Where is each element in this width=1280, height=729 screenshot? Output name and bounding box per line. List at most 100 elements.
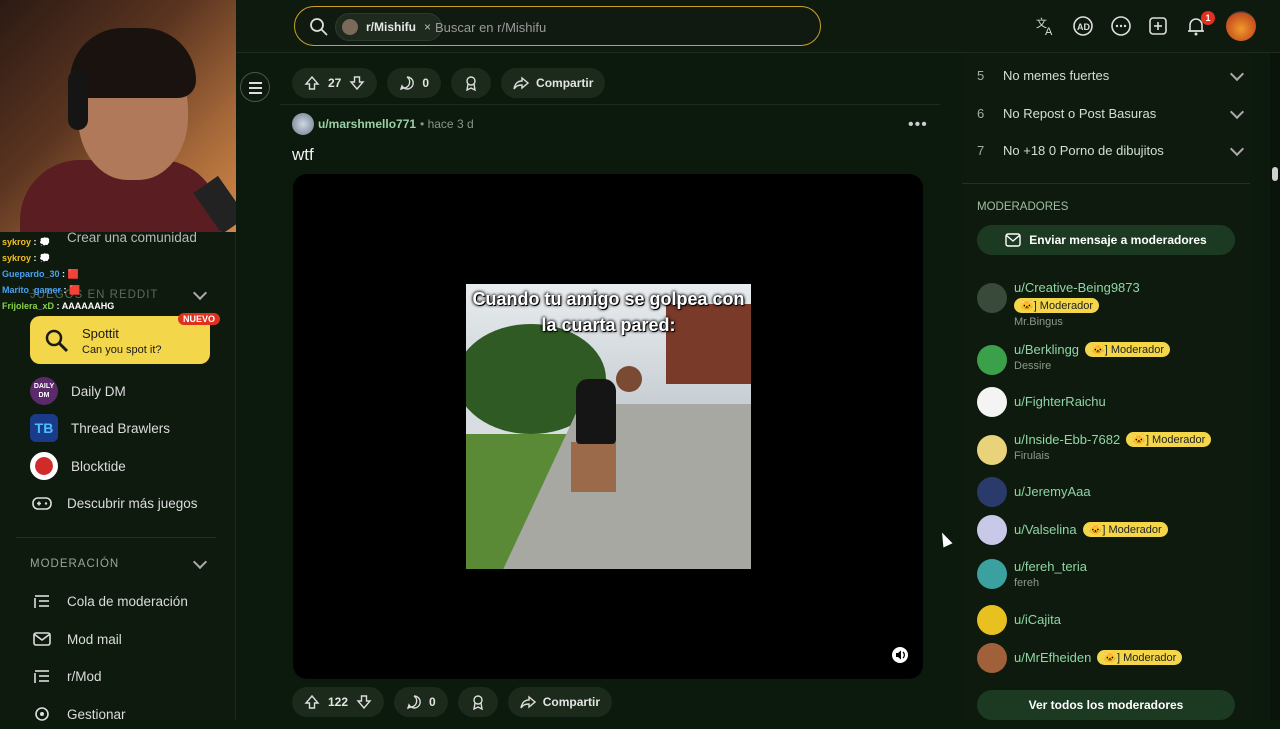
comments-button[interactable]: 0 <box>387 68 442 98</box>
award-icon <box>472 695 483 710</box>
comments-button[interactable]: 0 <box>394 687 448 717</box>
sidebar-item-label: Gestionar <box>67 706 126 722</box>
volume-icon[interactable] <box>891 646 909 664</box>
moderators-header: MODERADORES <box>977 201 1069 213</box>
user-avatar[interactable] <box>1226 11 1256 41</box>
author-username[interactable]: u/marshmello771 <box>318 117 416 131</box>
comment-count: 0 <box>422 76 430 90</box>
translate-icon[interactable]: 文A <box>1035 15 1057 37</box>
moderator-avatar <box>977 477 1007 507</box>
comment-icon <box>406 695 421 710</box>
moderator-username-text: u/MrEfheiden <box>1014 650 1092 665</box>
sidebar-item-thread-brawlers[interactable]: TB Thread Brawlers <box>30 413 170 443</box>
post-title[interactable]: wtf <box>292 145 314 165</box>
downvote-icon[interactable] <box>356 694 372 710</box>
chat-icon[interactable] <box>1110 15 1132 37</box>
sidebar-item-mod-queue[interactable]: Cola de moderación <box>30 586 188 616</box>
moderator-avatar <box>977 515 1007 545</box>
queue-icon <box>34 595 49 608</box>
rule-label: No memes fuertes <box>1003 67 1110 83</box>
search-input[interactable] <box>435 17 795 37</box>
page-scrollbar-thumb[interactable] <box>1272 167 1278 181</box>
sidebar-item-mod-mail[interactable]: Mod mail <box>30 624 122 654</box>
sidebar-item-label: r/Mod <box>67 668 102 684</box>
settings-icon <box>35 707 49 721</box>
close-icon[interactable]: × <box>424 20 431 34</box>
moderator-username[interactable]: u/Creative-Being9873 <box>1014 280 1140 295</box>
moderation-section-header[interactable]: MODERACIÓN <box>30 558 119 570</box>
webcam-overlay <box>0 0 236 232</box>
award-button[interactable] <box>457 687 498 717</box>
mail-icon <box>1005 233 1021 247</box>
rule-item[interactable]: 5 No memes fuertes <box>977 63 1250 87</box>
community-sidebar: 5 No memes fuertes 6 No Repost o Post Ba… <box>962 53 1250 720</box>
sidebar-item-daily-dm[interactable]: DAILY DM Daily DM <box>30 376 126 406</box>
award-icon <box>466 76 476 91</box>
chat-line: Marito_gamer : 🟥 <box>2 285 81 295</box>
thread-brawlers-icon: TB <box>30 414 58 442</box>
chat-line: Frijolera_xD : AAAAAAHG <box>2 301 115 311</box>
video-frame: Cuando tu amigo se golpea con la cuarta … <box>466 284 751 569</box>
moderator-username[interactable]: u/Berklingg 🐱] Moderador <box>1014 342 1171 357</box>
share-icon <box>520 695 536 709</box>
share-label: Compartir <box>542 695 601 709</box>
moderator-username[interactable]: u/FighterRaichu <box>1014 394 1106 409</box>
chevron-down-icon[interactable] <box>1229 66 1245 82</box>
downvote-icon[interactable] <box>349 75 365 91</box>
video-player[interactable]: Cuando tu amigo se golpea con la cuarta … <box>293 174 923 679</box>
rule-label: No Repost o Post Basuras <box>1003 105 1157 121</box>
post-timestamp: • hace 3 d <box>420 117 474 131</box>
more-options-icon[interactable]: ••• <box>908 116 928 134</box>
mail-icon <box>33 632 51 646</box>
streamer-hair <box>70 28 196 98</box>
moderator-username[interactable]: u/iCajita <box>1014 612 1061 627</box>
moderator-username[interactable]: u/Inside-Ebb-7682 🐱] Moderador <box>1014 432 1212 447</box>
chevron-down-icon[interactable] <box>1229 141 1245 157</box>
new-badge: NUEVO <box>178 313 221 325</box>
sidebar-item-discover-games[interactable]: Descubrir más juegos <box>30 488 198 518</box>
moderator-subtext: Mr.Bingus <box>1014 316 1063 328</box>
stream-chat-overlay: sykroy : 💭 sykroy : 💭 Guepardo_30 : 🟥 Ma… <box>2 234 232 314</box>
sidebar-divider <box>16 537 216 538</box>
message-moderators-button[interactable]: Enviar mensaje a moderadores <box>977 225 1235 255</box>
post-author-row: u/marshmello771 • hace 3 d <box>292 113 474 135</box>
page-scrollbar-track[interactable] <box>1270 53 1280 720</box>
sidebar-item-manage[interactable]: Gestionar <box>30 699 126 729</box>
notification-count-badge: 1 <box>1201 11 1215 25</box>
daily-dm-icon: DAILY DM <box>30 377 58 405</box>
award-button[interactable] <box>451 68 492 98</box>
moderator-avatar <box>977 435 1007 465</box>
chevron-down-icon[interactable] <box>1229 104 1245 120</box>
rule-label: No +18 0 Porno de dibujitos <box>1003 142 1164 158</box>
moderator-username[interactable]: u/JeremyAaa <box>1014 484 1091 499</box>
rule-item[interactable]: 6 No Repost o Post Basuras <box>977 101 1250 125</box>
moderator-flair-row: 🐱] Moderador <box>1014 298 1100 313</box>
upvote-icon[interactable] <box>304 694 320 710</box>
blocktide-icon <box>30 452 58 480</box>
moderator-username[interactable]: u/MrEfheiden 🐱] Moderador <box>1014 650 1183 665</box>
upvote-icon[interactable] <box>304 75 320 91</box>
rule-item[interactable]: 7 No +18 0 Porno de dibujitos <box>977 138 1250 162</box>
top-bar: r/Mishifu × 文A AD 1 <box>236 0 1280 53</box>
share-button[interactable]: Compartir <box>507 687 613 717</box>
moderator-username[interactable]: u/Valselina 🐱] Moderador <box>1014 522 1168 537</box>
moderator-avatar <box>977 559 1007 589</box>
rule-number: 7 <box>977 142 985 158</box>
moderator-avatar <box>977 643 1007 673</box>
view-all-moderators-button[interactable]: Ver todos los moderadores <box>977 690 1235 720</box>
moderator-username[interactable]: u/fereh_teria <box>1014 559 1087 574</box>
community-avatar <box>342 19 358 35</box>
community-filter-chip[interactable]: r/Mishifu × <box>335 13 443 41</box>
comment-icon <box>400 76 415 91</box>
collapse-sidebar-button[interactable] <box>240 72 270 102</box>
advertise-icon[interactable]: AD <box>1072 15 1094 37</box>
sidebar-item-blocktide[interactable]: Blocktide <box>30 451 126 481</box>
author-avatar[interactable] <box>292 113 314 135</box>
post-actions: 122 0 Compartir <box>292 687 613 717</box>
sidebar-item-r-mod[interactable]: r/Mod <box>30 661 102 691</box>
share-button[interactable]: Compartir <box>501 68 606 98</box>
svg-text:A: A <box>1045 26 1053 37</box>
moderator-avatar <box>977 605 1007 635</box>
create-post-icon[interactable] <box>1147 15 1169 37</box>
search-bar[interactable]: r/Mishifu × <box>294 6 821 46</box>
